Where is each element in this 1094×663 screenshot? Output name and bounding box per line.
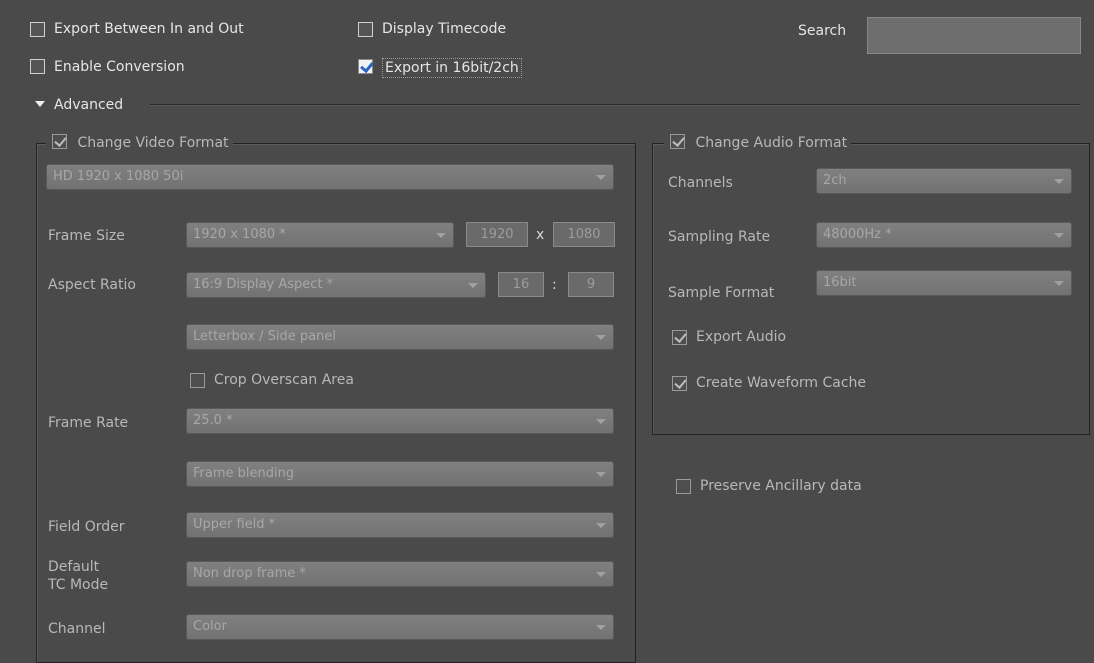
channel-value: Color [193, 619, 227, 634]
sampling-rate-value: 48000Hz * [823, 227, 892, 242]
channels-label: Channels [668, 175, 733, 191]
sampling-rate-label: Sampling Rate [668, 229, 771, 245]
chevron-down-icon [596, 625, 606, 630]
display-timecode-checkbox[interactable] [358, 22, 373, 37]
frame-rate-dropdown[interactable]: 25.0 * [186, 408, 614, 434]
crop-overscan-label: Crop Overscan Area [214, 372, 354, 388]
export-16bit-label: Export in 16bit/2ch [382, 58, 522, 78]
letterbox-dropdown[interactable]: Letterbox / Side panel [186, 324, 614, 350]
field-order-value: Upper field * [193, 517, 276, 532]
export-16bit-checkbox[interactable] [358, 59, 373, 74]
export-audio-checkbox[interactable] [672, 330, 687, 345]
chevron-down-icon [596, 572, 606, 577]
crop-overscan-checkbox[interactable] [190, 373, 205, 388]
video-format-header: Change Video Format [46, 134, 233, 152]
channels-value: 2ch [823, 173, 847, 188]
default-tc-label-line1: Default [48, 559, 100, 575]
sample-format-dropdown[interactable]: 16bit [816, 270, 1072, 296]
sample-format-label: Sample Format [668, 285, 775, 301]
aspect-ratio-label: Aspect Ratio [48, 277, 136, 293]
export-between-label: Export Between In and Out [54, 21, 244, 37]
frame-size-label: Frame Size [48, 228, 125, 244]
change-video-format-checkbox[interactable] [52, 134, 67, 149]
frame-size-separator: x [536, 227, 545, 243]
chevron-down-icon [1054, 281, 1064, 286]
frame-width-input[interactable]: 1920 [466, 222, 528, 247]
chevron-down-icon [596, 523, 606, 528]
audio-format-header: Change Audio Format [664, 134, 852, 152]
field-order-dropdown[interactable]: Upper field * [186, 512, 614, 538]
aspect-separator: : [552, 277, 557, 293]
change-audio-format-checkbox[interactable] [670, 134, 685, 149]
advanced-label[interactable]: Advanced [54, 96, 123, 114]
frame-height-input[interactable]: 1080 [553, 222, 615, 247]
chevron-down-icon [1054, 179, 1064, 184]
advanced-divider [150, 104, 1080, 106]
channel-dropdown[interactable]: Color [186, 614, 614, 640]
channel-label: Channel [48, 621, 106, 637]
preserve-ancillary-checkbox[interactable] [676, 479, 691, 494]
default-tc-value: Non drop frame * [193, 566, 306, 581]
frame-rate-label: Frame Rate [48, 415, 129, 431]
search-label: Search [798, 23, 847, 39]
preserve-ancillary-label: Preserve Ancillary data [700, 478, 862, 494]
enable-conversion-label: Enable Conversion [54, 59, 185, 75]
frame-blending-dropdown[interactable]: Frame blending [186, 461, 614, 487]
frame-size-value: 1920 x 1080 * [193, 227, 286, 242]
change-video-format-label: Change Video Format [77, 135, 229, 151]
field-order-label: Field Order [48, 519, 125, 535]
frame-blending-value: Frame blending [193, 466, 295, 481]
aspect-width-input[interactable]: 16 [498, 272, 544, 297]
default-tc-dropdown[interactable]: Non drop frame * [186, 561, 614, 587]
change-audio-format-label: Change Audio Format [695, 135, 848, 151]
chevron-down-icon [1054, 233, 1064, 238]
default-tc-label-line2: TC Mode [48, 577, 109, 593]
chevron-down-icon [596, 419, 606, 424]
video-preset-value: HD 1920 x 1080 50i [53, 169, 184, 184]
chevron-down-icon [468, 283, 478, 288]
aspect-ratio-dropdown[interactable]: 16:9 Display Aspect * [186, 272, 486, 298]
channels-dropdown[interactable]: 2ch [816, 168, 1072, 194]
aspect-ratio-value: 16:9 Display Aspect * [193, 277, 334, 292]
chevron-down-icon [596, 175, 606, 180]
letterbox-value: Letterbox / Side panel [193, 329, 337, 344]
search-input[interactable] [867, 17, 1081, 54]
video-preset-dropdown[interactable]: HD 1920 x 1080 50i [46, 164, 614, 190]
export-between-checkbox[interactable] [30, 22, 45, 37]
frame-rate-value: 25.0 * [193, 413, 233, 428]
sampling-rate-dropdown[interactable]: 48000Hz * [816, 222, 1072, 248]
chevron-down-icon [436, 233, 446, 238]
export-audio-label: Export Audio [696, 329, 787, 345]
advanced-expand-icon[interactable] [35, 101, 45, 107]
chevron-down-icon [596, 335, 606, 340]
frame-size-dropdown[interactable]: 1920 x 1080 * [186, 222, 454, 248]
display-timecode-label: Display Timecode [382, 21, 507, 37]
waveform-cache-label: Create Waveform Cache [696, 375, 867, 391]
aspect-height-input[interactable]: 9 [568, 272, 614, 297]
waveform-cache-checkbox[interactable] [672, 376, 687, 391]
chevron-down-icon [596, 472, 606, 477]
sample-format-value: 16bit [823, 275, 857, 290]
enable-conversion-checkbox[interactable] [30, 59, 45, 74]
